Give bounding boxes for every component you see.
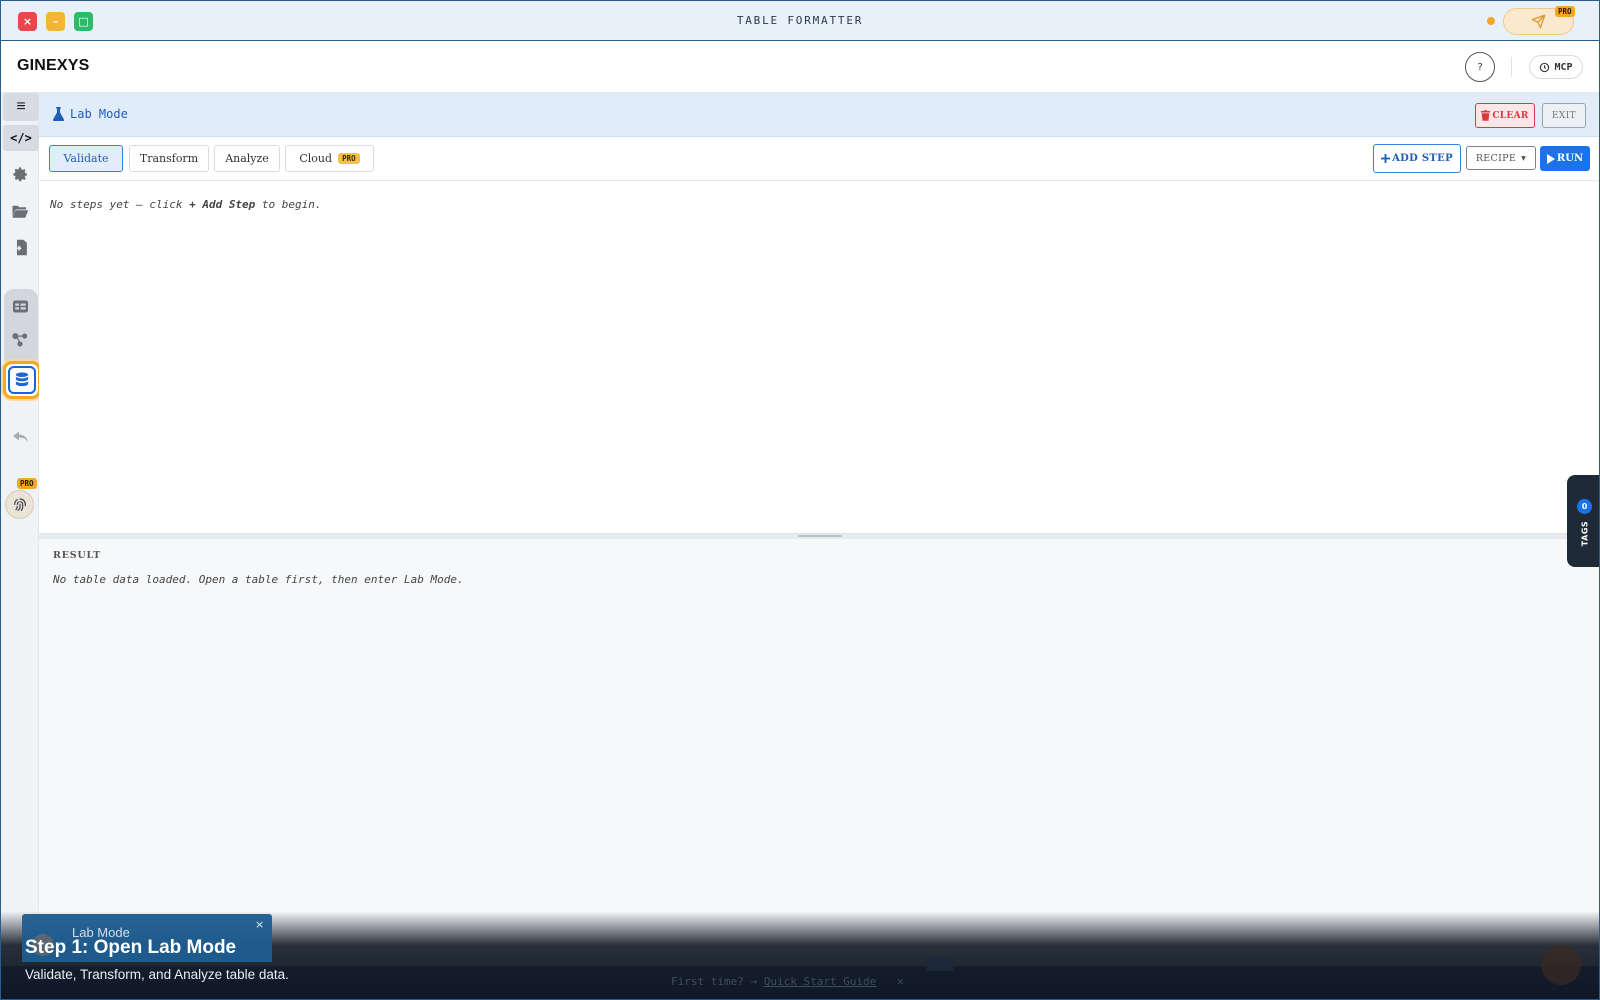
brand-logo: GINEXYS: [17, 57, 90, 74]
menu-button[interactable]: ≡: [3, 93, 39, 121]
help-button[interactable]: ?: [1465, 52, 1495, 82]
tags-drawer-toggle[interactable]: 0 TAGS: [1567, 475, 1599, 567]
code-view-button[interactable]: </>: [3, 125, 39, 151]
exit-button[interactable]: EXIT: [1542, 103, 1586, 128]
lab-mode-button[interactable]: [3, 361, 41, 399]
clear-button[interactable]: CLEAR: [1475, 103, 1535, 128]
title-bar: × – □ TABLE FORMATTER PRO: [1, 1, 1599, 41]
tab-analyze[interactable]: Analyze: [214, 145, 280, 172]
tab-analyze-label: Analyze: [225, 152, 269, 165]
tags-count-badge: 0: [1577, 499, 1592, 514]
recipe-label: RECIPE: [1475, 152, 1517, 164]
flask-icon: [53, 107, 64, 121]
quick-start-close-icon[interactable]: ×: [897, 975, 904, 988]
status-indicator: [1487, 17, 1495, 25]
tour-step-title: Step 1: Open Lab Mode: [25, 937, 237, 958]
tab-validate-label: Validate: [63, 152, 109, 165]
tags-label: TAGS: [1580, 520, 1590, 547]
table-view-button[interactable]: [5, 291, 35, 321]
code-icon: </>: [10, 131, 32, 145]
tour-close-icon[interactable]: ×: [255, 918, 264, 931]
plus-icon: [1381, 154, 1391, 163]
paper-plane-icon: [1531, 14, 1546, 29]
tab-cloud-label: Cloud: [299, 152, 333, 165]
undo-icon: [12, 431, 28, 442]
file-import-icon: [13, 239, 27, 255]
fingerprint-icon: [13, 497, 26, 511]
run-label: RUN: [1556, 153, 1584, 164]
lab-toolbar: Validate Transform Analyze Cloud PRO ADD…: [39, 137, 1599, 181]
empty-steps-message: No steps yet — click + Add Step to begin…: [50, 198, 322, 211]
clock-icon: [1540, 62, 1550, 72]
steps-panel: No steps yet — click + Add Step to begin…: [39, 181, 1599, 533]
mcp-button[interactable]: MCP: [1529, 55, 1583, 79]
flow-view-button[interactable]: [5, 325, 35, 355]
gear-icon: [12, 166, 27, 181]
folder-open-icon: [12, 205, 29, 218]
import-button[interactable]: [5, 232, 35, 262]
chat-bubble-button[interactable]: [1541, 945, 1581, 985]
empty-steps-prefix: No steps yet — click: [50, 198, 190, 211]
database-icon: [15, 372, 29, 387]
app-header: GINEXYS ? MCP: [1, 41, 1599, 93]
pro-badge: PRO: [338, 153, 360, 164]
clear-label: CLEAR: [1492, 110, 1529, 121]
recipe-dropdown[interactable]: RECIPE ▾: [1466, 146, 1536, 170]
run-button[interactable]: RUN: [1540, 146, 1590, 171]
fingerprint-button[interactable]: [5, 490, 34, 519]
mcp-label: MCP: [1554, 61, 1573, 73]
tab-validate[interactable]: Validate: [49, 145, 123, 172]
settings-button[interactable]: [5, 159, 35, 189]
pro-badge: PRO: [17, 478, 37, 489]
lab-mode-bar: Lab Mode CLEAR EXIT: [39, 93, 1599, 137]
trash-icon: [1481, 110, 1491, 121]
window-title: TABLE FORMATTER: [736, 14, 864, 27]
lab-mode-title: Lab Mode: [53, 107, 128, 121]
quick-start-prefix: First time? →: [671, 975, 758, 988]
quick-start-link[interactable]: Quick Start Guide: [764, 975, 877, 988]
tour-step-description: Validate, Transform, and Analyze table d…: [25, 967, 289, 982]
table-icon: [12, 300, 28, 312]
pro-badge: PRO: [1555, 6, 1575, 17]
header-divider: [1511, 57, 1512, 77]
sidebar: ≡ </> PRO: [1, 93, 41, 999]
flow-icon: [12, 333, 28, 347]
result-message: No table data loaded. Open a table first…: [53, 573, 464, 586]
result-heading: RESULT: [53, 550, 102, 561]
tab-transform[interactable]: Transform: [129, 145, 209, 172]
footer-handle: [927, 957, 953, 971]
open-folder-button[interactable]: [5, 196, 35, 226]
app-window: × – □ TABLE FORMATTER PRO GINEXYS ? MCP …: [0, 0, 1600, 1000]
chevron-down-icon: ▾: [1521, 152, 1527, 164]
hamburger-icon: ≡: [16, 98, 26, 115]
undo-button[interactable]: [5, 422, 35, 452]
resize-grip: [798, 535, 842, 537]
add-step-button[interactable]: ADD STEP: [1373, 144, 1461, 173]
lab-mode-label: Lab Mode: [70, 107, 128, 121]
empty-steps-suffix: to begin.: [255, 198, 322, 211]
play-icon: [1546, 153, 1555, 164]
quick-start-prompt: First time? → Quick Start Guide ×: [671, 975, 904, 988]
tab-cloud[interactable]: Cloud PRO: [285, 145, 374, 172]
lab-mode-button-frame: [8, 366, 36, 394]
empty-steps-action: + Add Step: [189, 198, 256, 211]
tab-transform-label: Transform: [139, 152, 199, 165]
add-step-label: ADD STEP: [1392, 153, 1453, 164]
